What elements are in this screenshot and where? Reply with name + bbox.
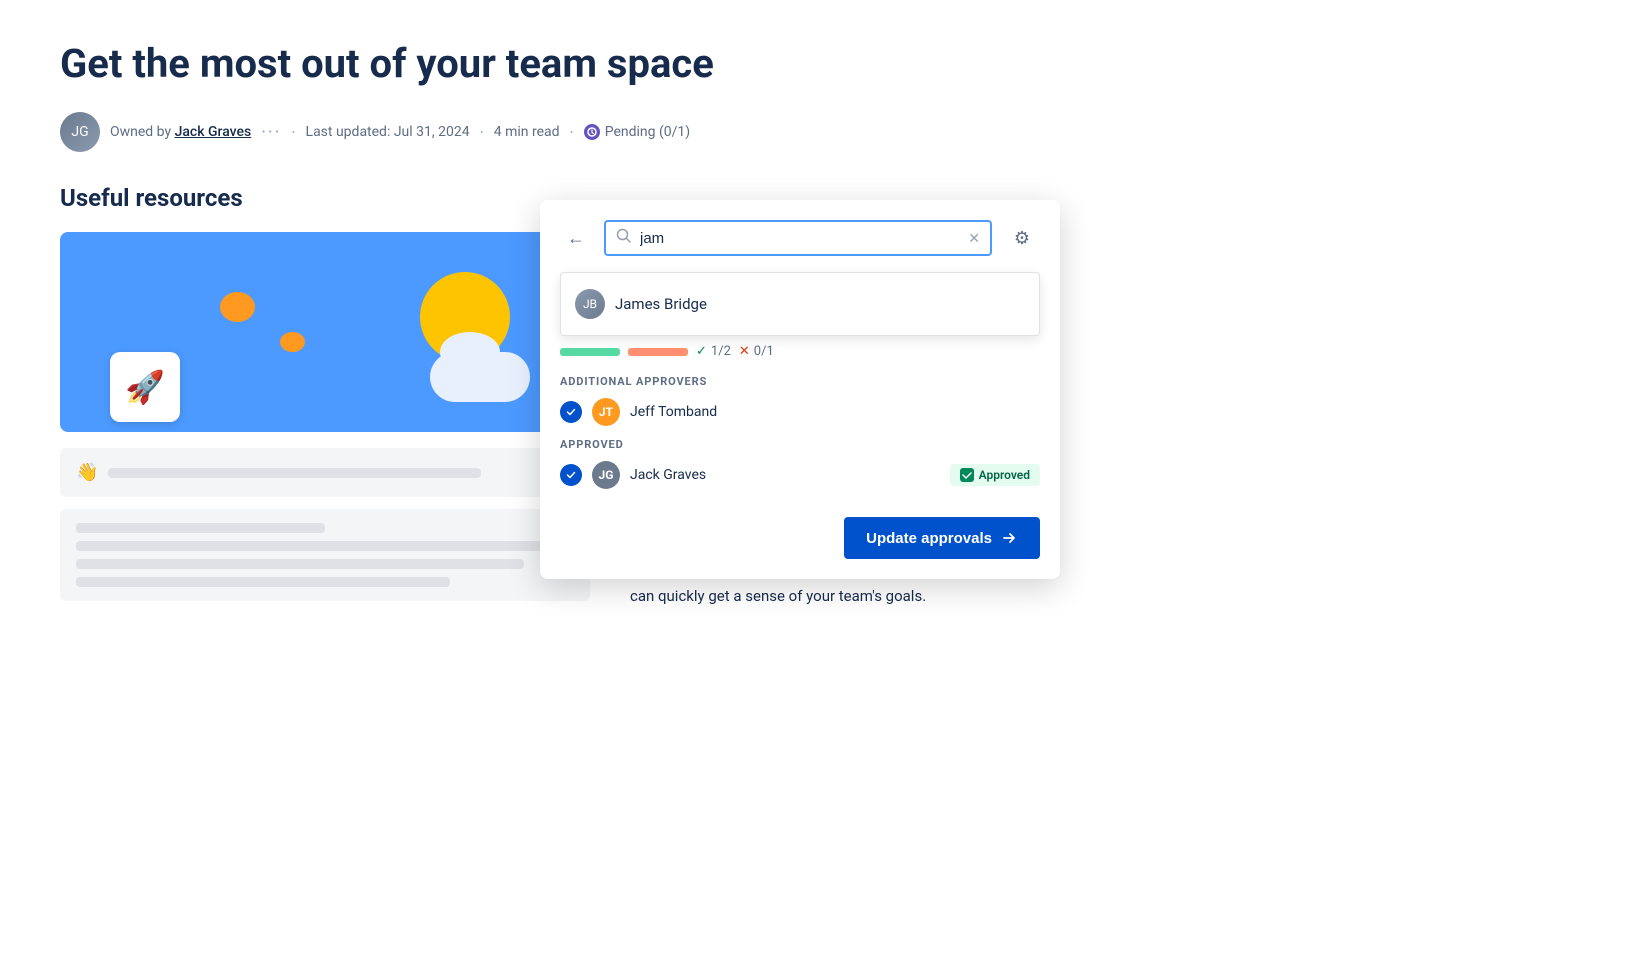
update-btn-label: Update approvals (866, 530, 992, 547)
text-line-1 (76, 523, 325, 533)
text-line (108, 468, 480, 478)
approved-count-value: 1/2 (711, 344, 731, 359)
approver-row-jack: JG Jack Graves Approved (560, 461, 1040, 489)
text-line-3 (76, 559, 524, 569)
meta-separator3: · (570, 123, 574, 142)
status-pink-bar (628, 348, 688, 356)
approved-badge: Approved (950, 464, 1040, 486)
meta-separator: · (291, 123, 295, 142)
orange-blob-1 (220, 292, 255, 322)
check-icon: ✓ (696, 344, 707, 359)
approved-badge-text: Approved (979, 468, 1030, 482)
more-options-button[interactable]: ··· (261, 122, 281, 143)
read-time: 4 min read (494, 124, 560, 140)
rejected-count: ✕ 0/1 (739, 344, 774, 359)
settings-button[interactable]: ⚙ (1004, 220, 1040, 256)
suggestion-item-james-bridge[interactable]: JB James Bridge (561, 281, 1039, 327)
search-input[interactable] (640, 230, 960, 247)
approver-row-jeff: JT Jeff Tomband (560, 398, 1040, 426)
jack-name: Jack Graves (630, 467, 940, 483)
hero-card-image: 🚀 (60, 232, 590, 432)
x-icon: ✕ (739, 344, 750, 359)
status-green-bar (560, 348, 620, 356)
modal-header: ← ✕ ⚙ (560, 220, 1040, 256)
additional-approvers-label: ADDITIONAL APPROVERS (560, 375, 1040, 388)
last-updated: Last updated: Jul 31, 2024 (306, 124, 470, 140)
text-block-lines (76, 523, 574, 587)
approved-count: ✓ 1/2 (696, 344, 731, 359)
page-title: Get the most out of your team space (60, 40, 1586, 88)
suggestion-name: James Bridge (615, 295, 707, 313)
jeff-avatar: JT (592, 398, 620, 426)
clear-search-button[interactable]: ✕ (968, 230, 980, 247)
search-box: ✕ (604, 220, 992, 256)
text-line-4 (76, 577, 450, 587)
search-icon (616, 228, 632, 248)
pending-icon (584, 124, 600, 140)
suggestion-avatar-inner: JB (575, 289, 605, 319)
page-container: Get the most out of your team space JG O… (0, 0, 1646, 666)
pending-badge: Pending (0/1) (584, 124, 690, 140)
approval-modal: ← ✕ ⚙ JB James Bridge (540, 200, 1060, 579)
text-lines-wave (108, 468, 574, 478)
approved-label: APPROVED (560, 438, 1040, 451)
jack-check-icon (560, 464, 582, 486)
suggestion-dropdown: JB James Bridge (560, 272, 1040, 336)
orange-blob-2 (280, 332, 305, 352)
status-bar: ✓ 1/2 ✕ 0/1 (560, 344, 1040, 359)
owner-avatar-img: JG (60, 112, 100, 152)
right-para-9: can quickly get a sense of your team's g… (630, 584, 1230, 610)
jeff-check-icon (560, 401, 582, 423)
jeff-name: Jeff Tomband (630, 404, 1040, 420)
jack-avatar: JG (592, 461, 620, 489)
text-line-2 (76, 541, 574, 551)
owned-by-label: Owned by (110, 124, 171, 140)
back-button[interactable]: ← (560, 222, 592, 254)
owner-name-link[interactable]: Jack Graves (175, 124, 252, 140)
suggestion-avatar: JB (575, 289, 605, 319)
text-block-card (60, 509, 590, 601)
meta-row: JG Owned by Jack Graves ··· · Last updat… (60, 112, 1586, 152)
text-cards: 👋 (60, 448, 590, 601)
meta-separator2: · (480, 123, 484, 142)
owner-avatar: JG (60, 112, 100, 152)
wave-card: 👋 (60, 448, 590, 497)
wave-emoji: 👋 (76, 462, 98, 483)
rejected-count-value: 0/1 (754, 344, 774, 359)
right-text-9: can quickly get a sense of your team's g… (630, 587, 926, 605)
pending-label: Pending (0/1) (605, 124, 690, 140)
meta-text: Owned by Jack Graves (110, 124, 251, 140)
rocket-card: 🚀 (110, 352, 180, 422)
left-content: 🚀 👋 (60, 232, 590, 626)
cloud-decoration (430, 352, 530, 402)
update-approvals-button[interactable]: Update approvals (844, 517, 1040, 559)
update-button-container: Update approvals (560, 501, 1040, 559)
